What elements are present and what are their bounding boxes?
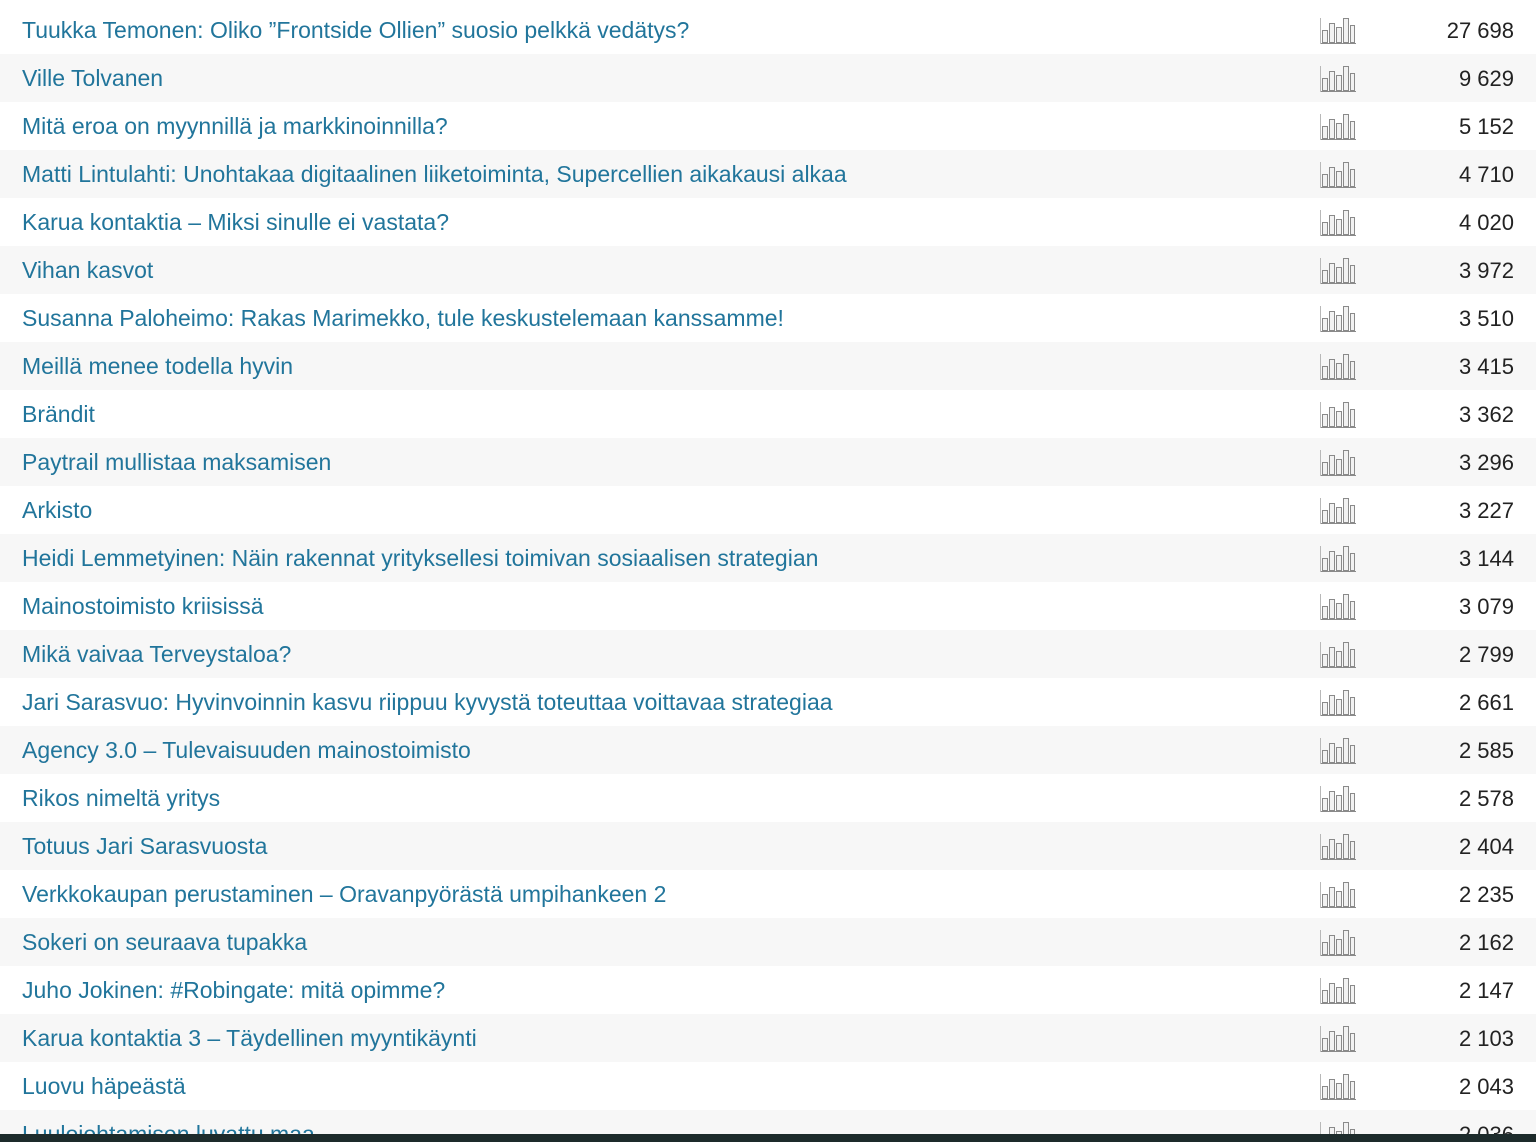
post-title-link[interactable]: Verkkokaupan perustaminen – Oravanpyöräs… [22,870,666,918]
bar-chart-icon[interactable] [1319,400,1357,428]
list-item: Totuus Jari Sarasvuosta 2 404 [0,822,1536,870]
post-title-link[interactable]: Susanna Paloheimo: Rakas Marimekko, tule… [22,294,784,342]
view-count: 2 661 [1458,690,1514,715]
bar-chart-icon[interactable] [1319,1024,1357,1052]
bar-chart-icon[interactable] [1319,736,1357,764]
view-count: 3 510 [1458,306,1514,331]
post-title-link[interactable]: Mainostoimisto kriisissä [22,582,264,630]
bar-chart-icon[interactable] [1319,496,1357,524]
bar-chart-icon[interactable] [1319,1072,1357,1100]
view-count: 2 799 [1458,642,1514,667]
post-title-link[interactable]: Matti Lintulahti: Unohtakaa digitaalinen… [22,150,847,198]
list-item: Tuukka Temonen: Oliko ”Frontside Ollien”… [0,6,1536,54]
post-title-link[interactable]: Karua kontaktia – Miksi sinulle ei vasta… [22,198,449,246]
post-title-link[interactable]: Vihan kasvot [22,246,153,294]
bar-chart-icon[interactable] [1319,112,1357,140]
bar-chart-icon[interactable] [1319,448,1357,476]
list-item: Verkkokaupan perustaminen – Oravanpyöräs… [0,870,1536,918]
list-item: Paytrail mullistaa maksamisen 3 296 [0,438,1536,486]
bar-chart-icon[interactable] [1319,304,1357,332]
list-item: Juho Jokinen: #Robingate: mitä opimme? 2 … [0,966,1536,1014]
view-count: 4 020 [1458,210,1514,235]
bar-chart-icon[interactable] [1319,256,1357,284]
post-title-link[interactable]: Mitä eroa on myynnillä ja markkinoinnill… [22,102,448,150]
list-item: Mainostoimisto kriisissä 3 079 [0,582,1536,630]
bar-chart-icon[interactable] [1319,544,1357,572]
bar-chart-icon[interactable] [1319,352,1357,380]
list-item: Agency 3.0 – Tulevaisuuden mainostoimist… [0,726,1536,774]
list-item: Meillä menee todella hyvin 3 415 [0,342,1536,390]
view-count: 2 162 [1458,930,1514,955]
list-item: Karua kontaktia – Miksi sinulle ei vasta… [0,198,1536,246]
bar-chart-icon[interactable] [1319,928,1357,956]
post-title-link[interactable]: Ville Tolvanen [22,54,163,102]
view-count: 27 698 [1446,18,1514,43]
bar-chart-icon[interactable] [1319,688,1357,716]
list-item: Heidi Lemmetyinen: Näin rakennat yrityks… [0,534,1536,582]
bar-chart-icon[interactable] [1319,880,1357,908]
list-item: Matti Lintulahti: Unohtakaa digitaalinen… [0,150,1536,198]
post-title-link[interactable]: Tuukka Temonen: Oliko ”Frontside Ollien”… [22,6,689,54]
view-count: 2 103 [1458,1026,1514,1051]
post-title-link[interactable]: Jari Sarasvuo: Hyvinvoinnin kasvu riippu… [22,678,833,726]
list-item: Mitä eroa on myynnillä ja markkinoinnill… [0,102,1536,150]
post-title-link[interactable]: Brändit [22,390,95,438]
view-count: 3 227 [1458,498,1514,523]
bar-chart-icon[interactable] [1319,976,1357,1004]
view-count: 3 415 [1458,354,1514,379]
post-title-link[interactable]: Mikä vaivaa Terveystaloa? [22,630,291,678]
bottom-overlay-bar [0,1134,1536,1142]
view-count: 3 079 [1458,594,1514,619]
bar-chart-icon[interactable] [1319,16,1357,44]
post-views-list: Tuukka Temonen: Oliko ”Frontside Ollien”… [0,0,1536,1142]
list-item: Susanna Paloheimo: Rakas Marimekko, tule… [0,294,1536,342]
view-count: 5 152 [1458,114,1514,139]
view-count: 2 235 [1458,882,1514,907]
view-count: 3 362 [1458,402,1514,427]
list-item: Vihan kasvot 3 972 [0,246,1536,294]
post-title-link[interactable]: Heidi Lemmetyinen: Näin rakennat yrityks… [22,534,818,582]
view-count: 2 585 [1458,738,1514,763]
bar-chart-icon[interactable] [1319,640,1357,668]
bar-chart-icon[interactable] [1319,208,1357,236]
post-title-link[interactable]: Meillä menee todella hyvin [22,342,293,390]
bar-chart-icon[interactable] [1319,592,1357,620]
view-count: 3 144 [1458,546,1514,571]
bar-chart-icon[interactable] [1319,64,1357,92]
post-title-link[interactable]: Agency 3.0 – Tulevaisuuden mainostoimist… [22,726,471,774]
view-count: 4 710 [1458,162,1514,187]
list-item: Sokeri on seuraava tupakka 2 162 [0,918,1536,966]
post-title-link[interactable]: Paytrail mullistaa maksamisen [22,438,331,486]
view-count: 3 972 [1458,258,1514,283]
list-item: Brändit 3 362 [0,390,1536,438]
post-title-link[interactable]: Sokeri on seuraava tupakka [22,918,307,966]
view-count: 2 404 [1458,834,1514,859]
post-title-link[interactable]: Luovu häpeästä [22,1062,186,1110]
list-item: Ville Tolvanen 9 629 [0,54,1536,102]
post-title-link[interactable]: Karua kontaktia 3 – Täydellinen myyntikä… [22,1014,477,1062]
view-count: 2 043 [1458,1074,1514,1099]
list-item: Rikos nimeltä yritys 2 578 [0,774,1536,822]
bar-chart-icon[interactable] [1319,832,1357,860]
list-item: Jari Sarasvuo: Hyvinvoinnin kasvu riippu… [0,678,1536,726]
post-title-link[interactable]: Rikos nimeltä yritys [22,774,220,822]
post-title-link[interactable]: Juho Jokinen: #Robingate: mitä opimme? [22,966,445,1014]
view-count: 2 147 [1458,978,1514,1003]
post-title-link[interactable]: Arkisto [22,486,92,534]
view-count: 9 629 [1458,66,1514,91]
bar-chart-icon[interactable] [1319,160,1357,188]
post-title-link[interactable]: Totuus Jari Sarasvuosta [22,822,267,870]
list-item: Arkisto 3 227 [0,486,1536,534]
list-item: Luovu häpeästä 2 043 [0,1062,1536,1110]
list-item: Karua kontaktia 3 – Täydellinen myyntikä… [0,1014,1536,1062]
view-count: 3 296 [1458,450,1514,475]
view-count: 2 578 [1458,786,1514,811]
list-item: Mikä vaivaa Terveystaloa? 2 799 [0,630,1536,678]
bar-chart-icon[interactable] [1319,784,1357,812]
